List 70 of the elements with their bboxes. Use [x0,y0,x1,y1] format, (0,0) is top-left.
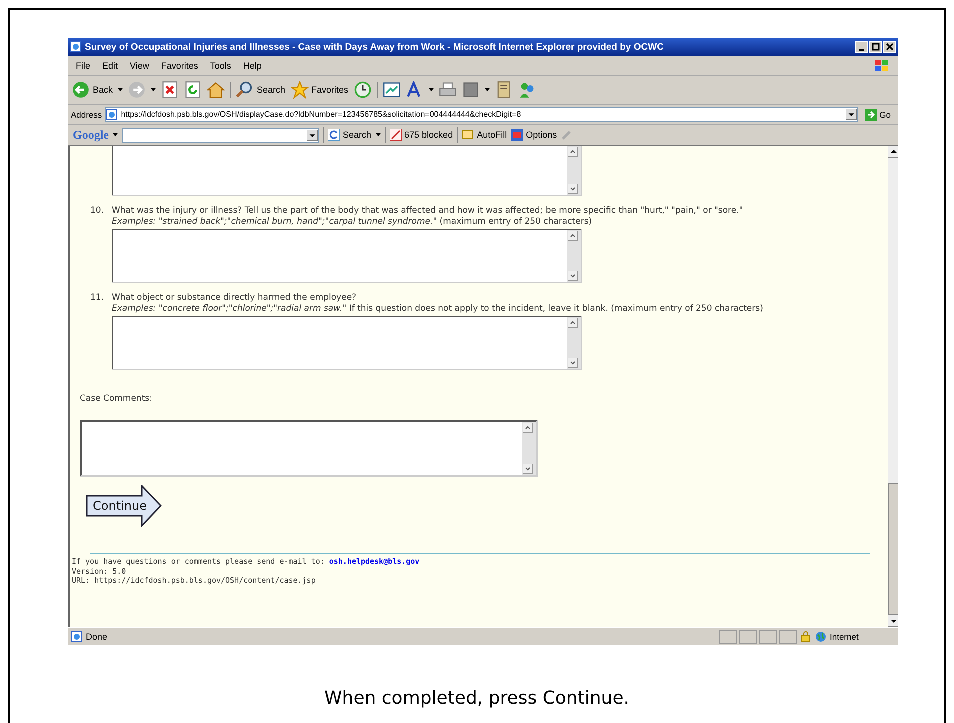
arrow-icon [864,108,877,120]
dropdown-arrow-icon[interactable] [307,130,318,140]
scroll-thumb[interactable] [888,483,898,615]
menu-item[interactable]: Tools [210,60,232,70]
status-pane [759,630,777,644]
dropdown-arrow-icon[interactable] [113,133,118,137]
close-icon [886,43,894,51]
question-number: 10. [89,206,104,218]
refresh-icon[interactable] [184,81,202,99]
status-pane [779,630,797,644]
maximize-button[interactable] [869,41,882,53]
go-button[interactable]: Go [860,108,895,120]
search-field[interactable] [122,128,319,142]
status-text: Done [86,632,109,642]
autofill-button[interactable]: AutoFill [462,129,508,141]
home-icon[interactable] [207,81,226,99]
comments-label: Case Comments: [80,394,154,404]
popup-blocker-button[interactable]: 675 blocked [390,129,454,141]
dropdown-arrow-icon[interactable] [376,133,381,137]
question-text: What was the injury or illness? Tell us the part of the body that was affected and how it was affected; be more specific than "hurt," "pain," or "sore." [112,206,744,217]
search-button[interactable]: Search [236,81,286,99]
maximize-icon [872,43,880,51]
close-button[interactable] [883,41,896,53]
search-icon [236,81,254,99]
address-label: Address [71,110,102,120]
menu-item[interactable]: File [76,60,91,70]
menu-item[interactable]: View [130,60,150,70]
dropdown-arrow-icon[interactable] [846,109,857,120]
history-icon[interactable] [354,81,372,99]
lock-icon [800,630,812,642]
window-title: Survey of Occupational Injuries and Illnesses - Case with Days Away from Work - Microsoft Internet Explorer provided by OCWC [85,42,665,52]
globe-icon [815,630,827,642]
printer-icon[interactable] [438,81,457,99]
menu-item[interactable]: Favorites [161,60,198,70]
dropdown-arrow-icon[interactable] [151,88,156,92]
dropdown-arrow-icon[interactable] [118,88,124,92]
form-icon [462,129,474,141]
slide-caption: When completed, press Continue. [324,688,630,709]
options-icon [511,129,524,141]
chart-icon[interactable] [382,81,401,99]
g-icon [328,129,340,141]
question-number: 11. [89,293,104,305]
google-search-button[interactable]: Search [328,129,372,141]
stop-icon[interactable] [161,81,180,99]
windows-logo-icon [874,58,890,72]
dropdown-arrow-icon[interactable] [428,88,434,92]
favorites-button[interactable]: Favorites [290,81,349,99]
page-icon [70,41,82,53]
question-hint: Examples: "strained back";"chemical burn, hand";"carpal tunnel syndrome." (maximum entry of 250 characters) [112,217,594,228]
dropdown-arrow-icon[interactable] [484,88,490,92]
page-icon [71,630,83,642]
star-icon [290,81,309,99]
scroll-down-icon[interactable] [888,615,898,627]
minimize-button[interactable] [855,41,868,53]
page-scrollbar[interactable] [888,146,898,627]
address-field[interactable]: https://idcfdosh.psb.bls.gov/OSH/displayCase.do?ldbNumber=123456785&solicitation=004444444&checkDigit=8 [105,107,858,122]
status-pane [719,630,737,644]
question-hint: Examples: "concrete floor";"chlorine";"radial arm saw." If this question does not apply to the incident, leave it blank. (maximum entry of 250 characters) [112,304,764,315]
options-button[interactable]: Options [511,129,558,141]
address-value: https://idcfdosh.psb.bls.gov/OSH/displayCase.do?ldbNumber=123456785&solicitation=004444444&checkDigit=8 [121,110,522,119]
menu-item[interactable]: Edit [102,60,118,70]
status-pane [739,630,757,644]
security-zone: Internet [830,632,860,642]
question-text: What object or substance directly harmed the employee? [112,293,358,304]
page-icon [106,108,118,120]
back-button[interactable]: Back [72,81,114,99]
continue-button[interactable]: Continue [86,485,162,527]
blocked-icon [390,129,402,141]
scroll-up-icon[interactable] [888,146,898,158]
menu-item[interactable]: Help [243,60,262,70]
